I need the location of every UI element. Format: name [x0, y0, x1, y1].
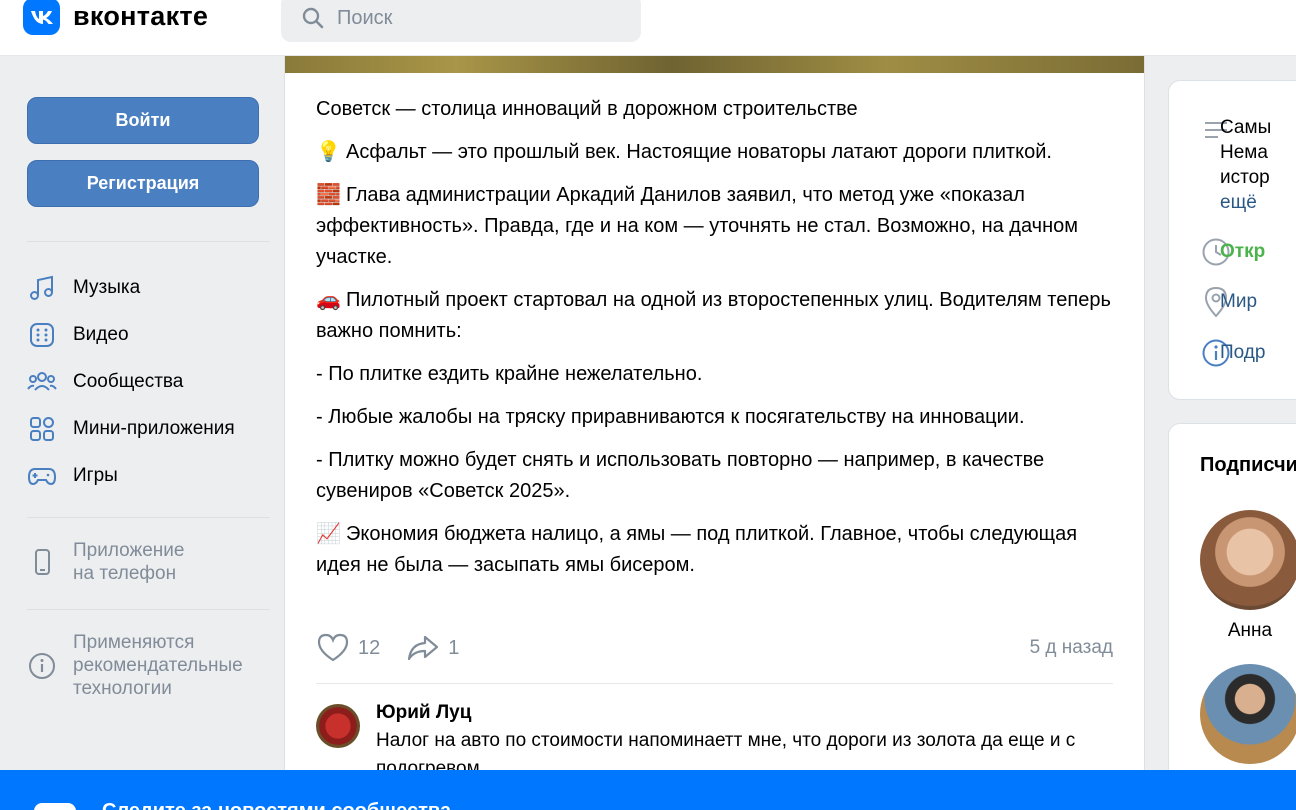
share-count: 1	[448, 636, 460, 659]
post-divider	[316, 683, 1113, 684]
bottom-banner[interactable]: Следите за новостями сообщества	[0, 770, 1296, 810]
subscribers-card: Подписчи Анна	[1168, 423, 1296, 810]
avatar[interactable]	[316, 704, 360, 748]
gamepad-icon	[27, 461, 57, 491]
post-bullet: - Плитку можно будет снять и использоват…	[316, 449, 1045, 502]
phone-app-link[interactable]: Приложение на телефон	[27, 539, 184, 585]
avatar[interactable]	[1200, 510, 1296, 610]
sidebar-divider	[27, 609, 270, 610]
post-card: Советск — столица инноваций в дорожном с…	[284, 56, 1145, 779]
car-icon: 🚗	[316, 289, 341, 311]
description-line: Самы	[1220, 117, 1272, 138]
recommendations-label: Применяются рекомендательные технологии	[73, 632, 243, 699]
sidebar-item-video[interactable]: Видео	[27, 311, 235, 358]
search-placeholder: Поиск	[337, 6, 393, 29]
sidebar-item-mini-apps[interactable]: Мини-приложения	[27, 405, 235, 452]
post-image[interactable]	[285, 56, 1144, 73]
like-button[interactable]: 12	[316, 632, 380, 664]
like-count: 12	[358, 636, 381, 659]
avatar[interactable]	[1200, 664, 1296, 764]
search-input[interactable]: Поиск	[281, 0, 641, 42]
open-status[interactable]: Откр	[1220, 239, 1265, 264]
subscriber-name[interactable]: Анна	[1200, 620, 1296, 642]
show-more-link[interactable]: ещё	[1220, 190, 1257, 215]
description-line: Нема	[1220, 142, 1268, 163]
post-paragraph: 📈 Экономия бюджета налицо, а ямы — под пл…	[316, 519, 1116, 581]
lightbulb-icon: 💡	[316, 141, 341, 163]
post-paragraph: 🚗 Пилотный проект стартовал на одной из в…	[316, 285, 1116, 347]
register-button[interactable]: Регистрация	[27, 160, 259, 207]
community-info-card: Самы Нема истор ещё Откр Мир Подр	[1168, 80, 1296, 400]
location-link[interactable]: Мир	[1220, 289, 1257, 314]
post-time[interactable]: 5 д назад	[1030, 637, 1113, 659]
post-bullet: - Любые жалобы на тряску приравниваются …	[316, 406, 1025, 428]
sidebar-item-label: Игры	[73, 464, 118, 486]
post-text: Советск — столица инноваций в дорожном с…	[316, 94, 1116, 593]
paragraph-text: Пилотный проект стартовал на одной из вт…	[316, 289, 1111, 342]
phone-icon	[27, 547, 57, 577]
subscribers-title[interactable]: Подписчи	[1200, 454, 1296, 477]
share-icon	[408, 635, 439, 661]
communities-icon	[27, 367, 57, 397]
paragraph-text: Асфальт — это прошлый век. Настоящие нов…	[346, 141, 1052, 163]
sidebar-divider	[27, 517, 270, 518]
sidebar-item-label: Мини-приложения	[73, 417, 235, 439]
vk-logo[interactable]: вконтакте	[23, 0, 208, 35]
login-button[interactable]: Войти	[27, 97, 259, 144]
sidebar-nav: Музыка Видео Сообщества Мини-приложения …	[27, 264, 235, 499]
phone-app-label: Приложение на телефон	[73, 540, 185, 584]
info-icon	[27, 651, 57, 681]
top-header: вконтакте Поиск	[0, 0, 1296, 56]
music-icon	[27, 273, 57, 303]
sidebar-item-label: Музыка	[73, 276, 141, 298]
recommendations-link[interactable]: Применяются рекомендательные технологии	[27, 631, 243, 700]
video-icon	[27, 320, 57, 350]
sidebar-item-games[interactable]: Игры	[27, 452, 235, 499]
app-icon	[34, 803, 76, 810]
vk-logo-icon	[23, 0, 60, 35]
banner-text: Следите за новостями сообщества	[102, 800, 451, 810]
search-icon	[302, 7, 324, 29]
bricks-icon: 🧱	[316, 184, 341, 206]
post-title: Советск — столица инноваций в дорожном с…	[316, 98, 858, 120]
sidebar-item-music[interactable]: Музыка	[27, 264, 235, 311]
comment-author[interactable]: Юрий Луц	[376, 702, 471, 724]
sidebar-item-label: Видео	[73, 323, 129, 345]
logo-text: вконтакте	[73, 1, 209, 31]
chart-icon: 📈	[316, 523, 341, 545]
sidebar-item-label: Сообщества	[73, 370, 184, 392]
sidebar-divider	[27, 241, 270, 242]
heart-icon	[317, 633, 349, 662]
sidebar-item-communities[interactable]: Сообщества	[27, 358, 235, 405]
paragraph-text: Глава администрации Аркадий Данилов заяв…	[316, 184, 1078, 268]
post-paragraph: 🧱 Глава администрации Аркадий Данилов зая…	[316, 180, 1116, 273]
mini-apps-icon	[27, 414, 57, 444]
paragraph-text: Экономия бюджета налицо, а ямы — под пли…	[316, 523, 1078, 576]
description-line: истор	[1220, 167, 1270, 188]
post-bullet: - По плитке ездить крайне нежелательно.	[316, 363, 703, 385]
post-paragraph: 💡 Асфальт — это прошлый век. Настоящие но…	[316, 137, 1116, 168]
details-link[interactable]: Подр	[1220, 340, 1265, 365]
share-button[interactable]: 1	[406, 633, 459, 663]
post-actions: 12 1 5 д назад	[316, 630, 1113, 666]
